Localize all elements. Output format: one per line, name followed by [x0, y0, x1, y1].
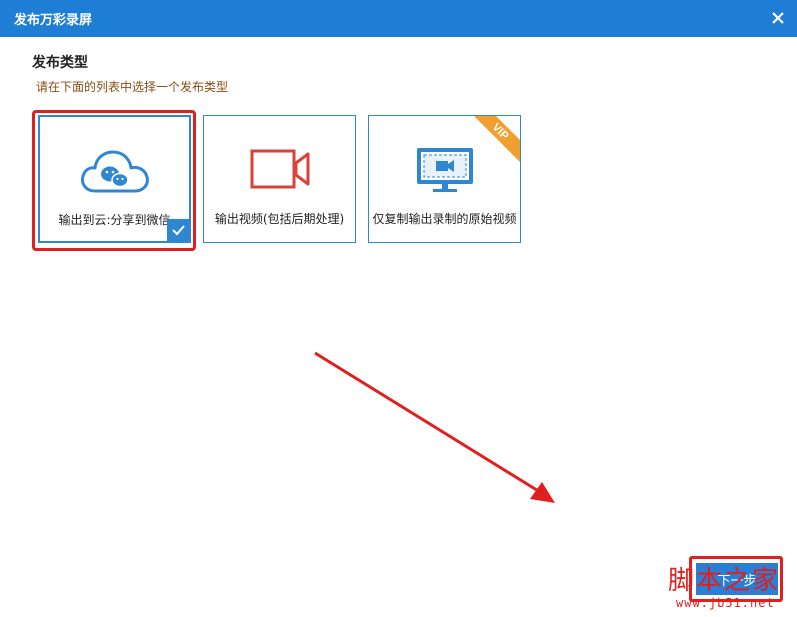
cloud-wechat-icon: [40, 147, 189, 195]
option-output-video[interactable]: 输出视频(包括后期处理): [203, 115, 356, 243]
close-icon[interactable]: [769, 9, 787, 27]
next-button[interactable]: 下一步: [696, 563, 778, 595]
video-camera-icon: [204, 146, 355, 194]
option-copy-raw-video[interactable]: 仅复制输出录制的原始视频 VIP: [368, 115, 521, 243]
option-label: 输出视频(包括后期处理): [214, 212, 345, 226]
vip-badge: VIP: [466, 116, 520, 170]
section-title: 发布类型: [32, 55, 88, 71]
option-cloud-share[interactable]: 输出到云:分享到微信: [38, 115, 191, 243]
dialog-title: 发布万彩录屏: [14, 13, 93, 28]
selected-check-icon: [167, 219, 189, 241]
dialog-title-bar: 发布万彩录屏: [0, 0, 797, 37]
section-hint: 请在下面的列表中选择一个发布类型: [36, 80, 229, 94]
option-label: 仅复制输出录制的原始视频: [372, 212, 517, 226]
watermark-url: www.jb51.net: [676, 596, 775, 610]
